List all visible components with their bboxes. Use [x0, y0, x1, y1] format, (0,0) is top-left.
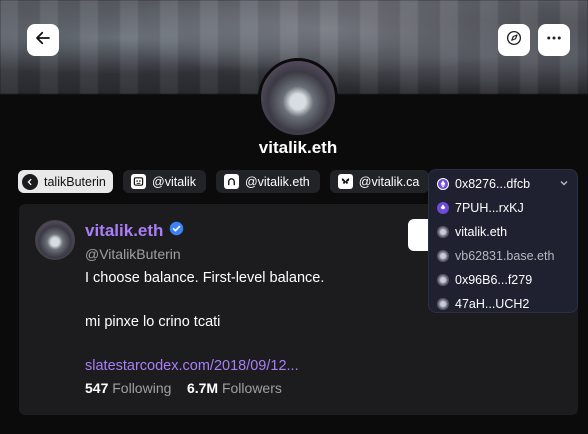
chip-twitter[interactable]: talikButerin — [18, 170, 113, 193]
dropdown-item[interactable]: 47aH...UCH2 — [429, 292, 577, 316]
chip-farcaster[interactable]: @vitalik — [123, 170, 206, 193]
dropdown-item-label: vb62831.base.eth — [455, 249, 555, 263]
share-button[interactable] — [498, 24, 530, 56]
chip-label: @vitalik — [152, 174, 196, 189]
dropdown-item[interactable]: vb62831.base.eth — [429, 244, 577, 268]
dropdown-item[interactable]: 0x96B6...f279 — [429, 268, 577, 292]
social-chips: talikButerin @vitalik @vitalik.eth @vita… — [18, 170, 430, 193]
chip-lens[interactable]: @vitalik.eth — [215, 170, 320, 193]
chevron-left-icon[interactable] — [22, 173, 38, 190]
dropdown-item[interactable]: 7PUH...rxKJ — [429, 196, 577, 220]
dropdown-item-label: 0x96B6...f279 — [455, 273, 533, 287]
chip-label: talikButerin — [44, 174, 106, 189]
card-name[interactable]: vitalik.eth — [85, 221, 184, 241]
card-avatar — [35, 220, 75, 260]
compass-icon — [505, 29, 523, 52]
more-horizontal-icon — [545, 29, 563, 52]
verified-badge-icon — [169, 221, 184, 241]
chip-bluesky[interactable]: @vitalik.ca — [329, 170, 430, 193]
chip-label: @vitalik.ca — [358, 174, 420, 189]
chevron-down-icon — [559, 177, 569, 191]
dropdown-item[interactable]: vitalik.eth — [429, 220, 577, 244]
dropdown-selected[interactable]: 0x8276...dfcb — [429, 172, 577, 196]
avatar-icon — [437, 250, 449, 262]
profile-avatar — [258, 58, 338, 138]
avatar-icon — [437, 226, 449, 238]
following-label[interactable]: Following — [112, 380, 171, 396]
back-button[interactable] — [27, 24, 59, 56]
followers-label[interactable]: Followers — [222, 380, 282, 396]
more-options-button[interactable] — [538, 24, 570, 56]
dropdown-selected-label: 0x8276...dfcb — [455, 177, 531, 191]
card-bio: I choose balance. First-level balance. — [85, 270, 325, 286]
card-handle: @VitalikButerin — [85, 246, 181, 262]
followers-count[interactable]: 6.7M — [187, 380, 218, 396]
card-stats: 547 Following 6.7M Followers — [85, 380, 282, 396]
profile-display-name: vitalik.eth — [258, 138, 338, 157]
card-name-text: vitalik.eth — [85, 221, 164, 240]
card-link[interactable]: slatestarcodex.com/2018/09/12... — [85, 358, 299, 374]
bluesky-icon — [337, 174, 353, 189]
lens-icon — [223, 174, 239, 189]
card-bio-line2: mi pinxe lo crino tcati — [85, 314, 221, 330]
arrow-left-icon — [34, 29, 52, 52]
chip-label: @vitalik.eth — [244, 174, 310, 189]
address-dropdown[interactable]: 0x8276...dfcb 7PUH...rxKJ vitalik.eth vb… — [428, 169, 578, 313]
dropdown-item-label: 7PUH...rxKJ — [455, 201, 524, 215]
farcaster-icon — [131, 174, 146, 189]
dropdown-item-label: 47aH...UCH2 — [455, 297, 530, 311]
ethereum-icon — [437, 178, 449, 190]
avatar-icon — [437, 274, 449, 286]
following-count[interactable]: 547 — [85, 380, 108, 396]
dropdown-item-label: vitalik.eth — [455, 225, 508, 239]
solana-icon — [437, 202, 449, 214]
avatar-icon — [437, 298, 449, 310]
